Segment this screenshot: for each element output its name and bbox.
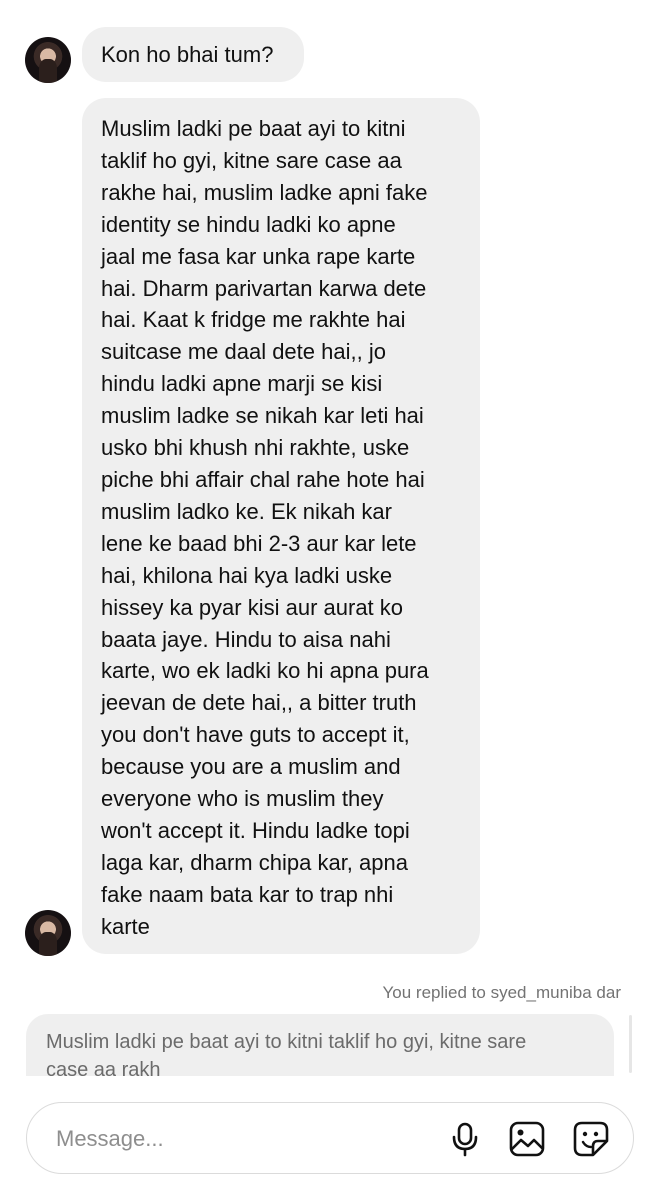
reply-quote-line: case aa rakh (46, 1059, 161, 1076)
message-text-line: everyone who is muslim they (101, 786, 384, 812)
message-text-line: hai. Kaat k fridge me rakhte hai (101, 307, 406, 333)
message-text-line: taklif ho gyi, kitne sare case aa (101, 147, 402, 173)
message-text-line: muslim ladke se nikah kar leti hai (101, 403, 424, 429)
sticker-button[interactable] (571, 1119, 611, 1159)
message-text-line: baata jaye. Hindu to aisa nahi (101, 626, 391, 652)
message-text-line: Muslim ladki pe baat ayi to kitni (101, 116, 406, 141)
sticker-icon (573, 1121, 609, 1157)
sender-avatar[interactable] (25, 37, 71, 83)
message-text-line: hai. Dharm parivartan karwa dete (101, 275, 427, 301)
scrollbar[interactable] (629, 1015, 632, 1073)
message-text: Kon ho bhai tum? (101, 42, 274, 67)
message-text-line: hindu ladki apne marji se kisi (101, 371, 383, 397)
message-bubble[interactable]: Kon ho bhai tum? (82, 27, 304, 82)
sender-avatar[interactable] (25, 910, 71, 956)
message-text-line: hai, khilona hai kya ladki uske (101, 562, 393, 588)
message-text-line: lene ke baad bhi 2-3 aur kar lete (101, 530, 417, 556)
message-text-line: you don't have guts to accept it, (101, 722, 410, 748)
message-text-line: jeevan de dete hai,, a bitter truth (101, 690, 417, 716)
message-text-line: fake naam bata kar to trap nhi (101, 881, 394, 907)
message-text-line: won't accept it. Hindu ladke topi (101, 817, 410, 843)
message-text-line: laga kar, dharm chipa kar, apna (101, 849, 408, 875)
microphone-icon (452, 1122, 478, 1157)
message-text-line: rakhe hai, muslim ladke apni fake (101, 179, 428, 205)
message-text-line: because you are a muslim and (101, 754, 401, 780)
microphone-button[interactable] (445, 1119, 485, 1159)
message-text-line: identity se hindu ladki ko apne (101, 211, 396, 237)
image-icon (509, 1121, 545, 1157)
reply-caption: You replied to syed_muniba dar (382, 983, 621, 1002)
message-input[interactable] (54, 1121, 418, 1157)
reply-quote-bubble[interactable]: Muslim ladki pe baat ayi to kitni taklif… (26, 1014, 614, 1076)
message-text-line: karte, wo ek ladki ko hi apna pura (101, 658, 429, 684)
gallery-button[interactable] (507, 1119, 547, 1159)
message-text-line: piche bhi affair chal rahe hote hai (101, 466, 425, 492)
message-text-line: suitcase me daal dete hai,, jo (101, 339, 386, 365)
message-bubble[interactable]: Muslim ladki pe baat ayi to kitni taklif… (82, 98, 480, 954)
message-text-line: karte (101, 913, 150, 939)
message-text-line: usko bhi khush nhi rakhte, uske (101, 435, 410, 461)
message-text-line: hissey ka pyar kisi aur aurat ko (101, 594, 404, 620)
message-text-line: muslim ladko ke. Ek nikah kar (101, 498, 392, 524)
message-text-line: jaal me fasa kar unka rape karte (101, 243, 416, 269)
message-composer (26, 1102, 634, 1174)
reply-quote-line: Muslim ladki pe baat ayi to kitni taklif… (46, 1031, 527, 1053)
